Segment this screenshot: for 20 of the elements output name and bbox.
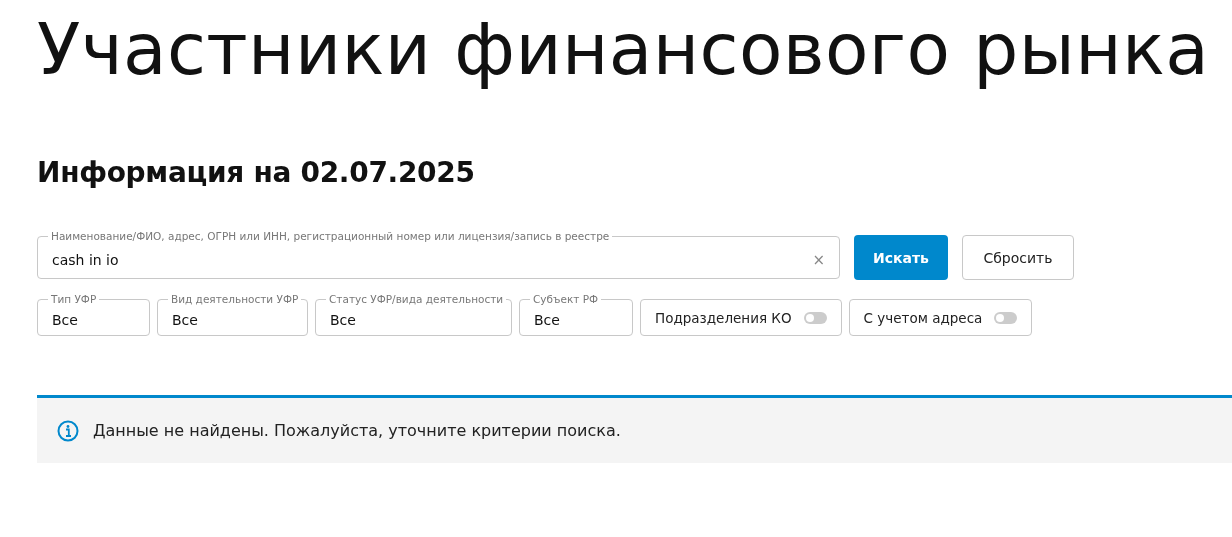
field-label: Субъект РФ	[530, 293, 602, 306]
field-value: Все	[52, 311, 78, 328]
toggle-switch[interactable]	[803, 311, 827, 324]
field-value: Все	[534, 311, 560, 328]
page-title: Участники финансового рынка	[37, 7, 1211, 93]
toggle-option[interactable]: Подразделения КО	[640, 299, 842, 336]
clear-icon[interactable]: ×	[812, 251, 825, 269]
toggle-switch[interactable]	[994, 311, 1018, 324]
search-button[interactable]: Искать	[854, 235, 948, 280]
field-label: Тип УФР	[48, 293, 100, 306]
field-value: Все	[172, 311, 198, 328]
field-label: Статус УФР/вида деятельности	[326, 293, 507, 306]
info-icon	[57, 419, 79, 442]
field-value: Все	[330, 311, 356, 328]
no-results-message: Данные не найдены. Пожалуйста, уточните критерии поиска.	[93, 421, 621, 440]
info-heading: Информация на 02.07.2025	[37, 156, 476, 190]
field-label: Наименование/ФИО, адрес, ОГРН или ИНН, регистрационный номер или лицензия/запись в реестре	[48, 230, 613, 243]
field-label: Вид деятельности УФР	[168, 293, 302, 306]
toggle-option[interactable]: С учетом адреса	[848, 299, 1033, 336]
reset-button[interactable]: Сбросить	[962, 235, 1074, 280]
